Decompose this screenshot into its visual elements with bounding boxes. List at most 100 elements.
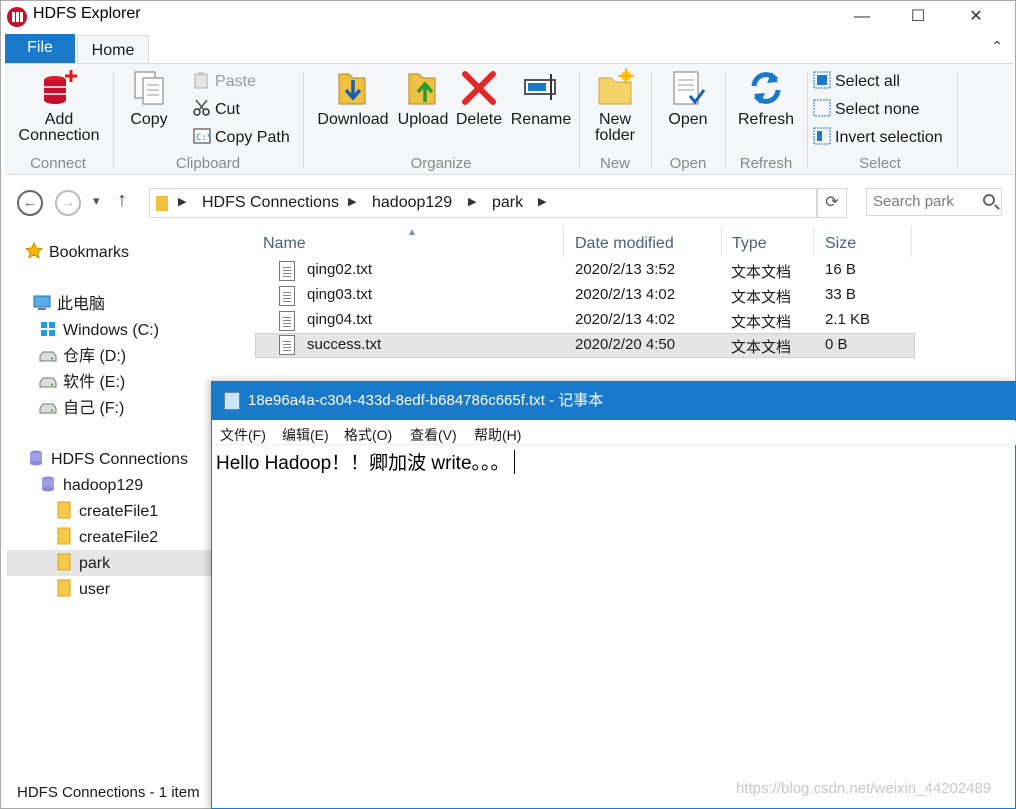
rename-button[interactable]: Rename <box>509 68 573 128</box>
nav-hdfs-connections-label: HDFS Connections <box>51 451 188 468</box>
group-open: Open Open <box>653 64 723 174</box>
column-header-date[interactable]: Date modified <box>575 235 674 253</box>
add-connection-label-2: Connection <box>18 127 100 144</box>
new-folder-label-1: New <box>598 111 631 128</box>
nav-hdfs-connections[interactable]: HDFS Connections <box>27 448 188 472</box>
menu-format[interactable]: 格式(O) <box>344 425 392 445</box>
file-row[interactable]: qing02.txt 2020/2/13 3:52 文本文档 16 B <box>255 258 915 283</box>
hard-drive-icon <box>39 372 57 390</box>
minimize-button[interactable]: — <box>839 1 885 33</box>
hard-drive-icon <box>39 398 57 416</box>
file-type: 文本文档 <box>731 264 792 281</box>
nav-this-pc[interactable]: 此电脑 <box>33 293 105 317</box>
upload-button[interactable]: Upload <box>395 68 451 128</box>
folder-download-icon <box>333 68 373 108</box>
nav-folder-createfile1[interactable]: createFile1 <box>55 500 158 524</box>
notepad-text-area[interactable]: Hello Hadoop！！卿加波 write。。。 <box>216 448 515 475</box>
address-refresh-button[interactable]: ⟳ <box>817 188 847 218</box>
new-folder-icon <box>595 68 635 108</box>
ribbon-divider <box>303 72 304 168</box>
nav-drive-f[interactable]: 自己 (F:) <box>39 397 124 421</box>
up-button[interactable]: ↑ <box>117 189 127 212</box>
address-bar[interactable]: ▶ HDFS Connections ▶ hadoop129 ▶ park ▶ <box>149 188 817 218</box>
select-none-button[interactable]: Select none <box>813 98 920 122</box>
paste-icon <box>193 71 211 89</box>
ribbon-collapse-icon[interactable]: ⌃ <box>991 38 1003 55</box>
delete-button[interactable]: Delete <box>451 68 507 128</box>
copy-path-label: Copy Path <box>215 129 290 146</box>
open-button[interactable]: Open <box>659 68 717 128</box>
back-button[interactable]: ← <box>17 190 43 216</box>
nav-folder-park[interactable]: park <box>55 552 110 576</box>
paste-button[interactable]: Paste <box>193 70 256 94</box>
refresh-button[interactable]: Refresh <box>733 68 799 128</box>
new-folder-button[interactable]: New folder <box>585 68 645 144</box>
column-divider[interactable] <box>721 227 722 257</box>
tab-file[interactable]: File <box>5 34 75 64</box>
sort-ascending-icon: ▲ <box>407 227 417 238</box>
invert-selection-button[interactable]: Invert selection <box>813 126 943 150</box>
add-connection-button[interactable]: Add Connection <box>15 68 103 144</box>
select-all-button[interactable]: Select all <box>813 70 900 94</box>
copy-path-button[interactable]: C:\ Copy Path <box>193 126 290 150</box>
breadcrumb-park[interactable]: park <box>492 194 523 212</box>
close-button[interactable]: ✕ <box>953 1 999 33</box>
column-divider[interactable] <box>563 227 564 257</box>
text-file-icon <box>279 261 295 281</box>
maximize-button[interactable]: ☐ <box>895 1 941 33</box>
nav-drive-c[interactable]: Windows (C:) <box>39 319 159 343</box>
recent-locations-chevron-icon[interactable]: ▾ <box>93 193 100 209</box>
ribbon-divider <box>725 72 726 168</box>
copy-label: Copy <box>130 111 168 128</box>
cut-button[interactable]: Cut <box>193 98 240 122</box>
search-icon[interactable] <box>983 194 995 206</box>
invert-selection-label: Invert selection <box>835 129 943 146</box>
menu-help[interactable]: 帮助(H) <box>474 425 521 445</box>
nav-drive-e[interactable]: 软件 (E:) <box>39 371 125 395</box>
menu-file[interactable]: 文件(F) <box>220 425 266 445</box>
file-type: 文本文档 <box>731 314 792 331</box>
select-all-icon <box>813 71 831 89</box>
ribbon-divider <box>807 72 808 168</box>
file-type: 文本文档 <box>731 339 792 356</box>
column-divider[interactable] <box>911 227 912 257</box>
forward-button[interactable]: → <box>55 190 81 216</box>
delete-x-icon <box>459 68 499 108</box>
nav-drive-f-label: 自己 (F:) <box>63 400 125 417</box>
select-none-label: Select none <box>835 101 920 118</box>
notepad-title-bar[interactable]: 18e96a4a-c304-433d-8edf-b684786c665f.txt… <box>212 382 1016 420</box>
file-row-selected[interactable]: success.txt 2020/2/20 4:50 文本文档 0 B <box>255 333 915 358</box>
file-date: 2020/2/13 4:02 <box>575 286 676 303</box>
cut-label: Cut <box>215 101 240 118</box>
window-title: HDFS Explorer <box>33 5 141 22</box>
search-input[interactable]: Search park <box>866 188 1002 216</box>
file-name: qing04.txt <box>307 311 373 328</box>
paste-label: Paste <box>215 73 256 90</box>
menu-edit[interactable]: 编辑(E) <box>282 425 329 445</box>
nav-folder-user[interactable]: user <box>55 578 110 602</box>
menu-view[interactable]: 查看(V) <box>410 425 457 445</box>
ribbon-divider <box>651 72 652 168</box>
notepad-window: 18e96a4a-c304-433d-8edf-b684786c665f.txt… <box>211 381 1016 809</box>
column-header-name[interactable]: Name <box>263 235 306 253</box>
nav-folder-createfile2[interactable]: createFile2 <box>55 526 158 550</box>
breadcrumb-hdfs-connections[interactable]: HDFS Connections <box>202 194 339 212</box>
file-row[interactable]: qing03.txt 2020/2/13 4:02 文本文档 33 B <box>255 283 915 308</box>
notepad-icon <box>224 392 240 410</box>
nav-host-hadoop129[interactable]: hadoop129 <box>39 474 143 498</box>
watermark: https://blog.csdn.net/weixin_44202489 <box>736 780 992 797</box>
column-header-size[interactable]: Size <box>825 235 856 253</box>
column-header-type[interactable]: Type <box>732 235 767 253</box>
tab-home[interactable]: Home <box>77 35 149 65</box>
download-button[interactable]: Download <box>311 68 395 128</box>
group-label-clipboard: Clipboard <box>175 155 241 172</box>
folder-upload-icon <box>403 68 443 108</box>
nav-bookmarks[interactable]: Bookmarks <box>24 241 130 265</box>
copy-button[interactable]: Copy <box>121 68 177 128</box>
column-divider[interactable] <box>813 227 814 257</box>
file-row[interactable]: qing04.txt 2020/2/13 4:02 文本文档 2.1 KB <box>255 308 915 333</box>
breadcrumb-hadoop129[interactable]: hadoop129 <box>372 194 452 212</box>
breadcrumb-separator-icon: ▶ <box>538 196 547 208</box>
nav-bookmarks-label: Bookmarks <box>49 244 130 261</box>
nav-drive-d[interactable]: 仓库 (D:) <box>39 345 126 369</box>
